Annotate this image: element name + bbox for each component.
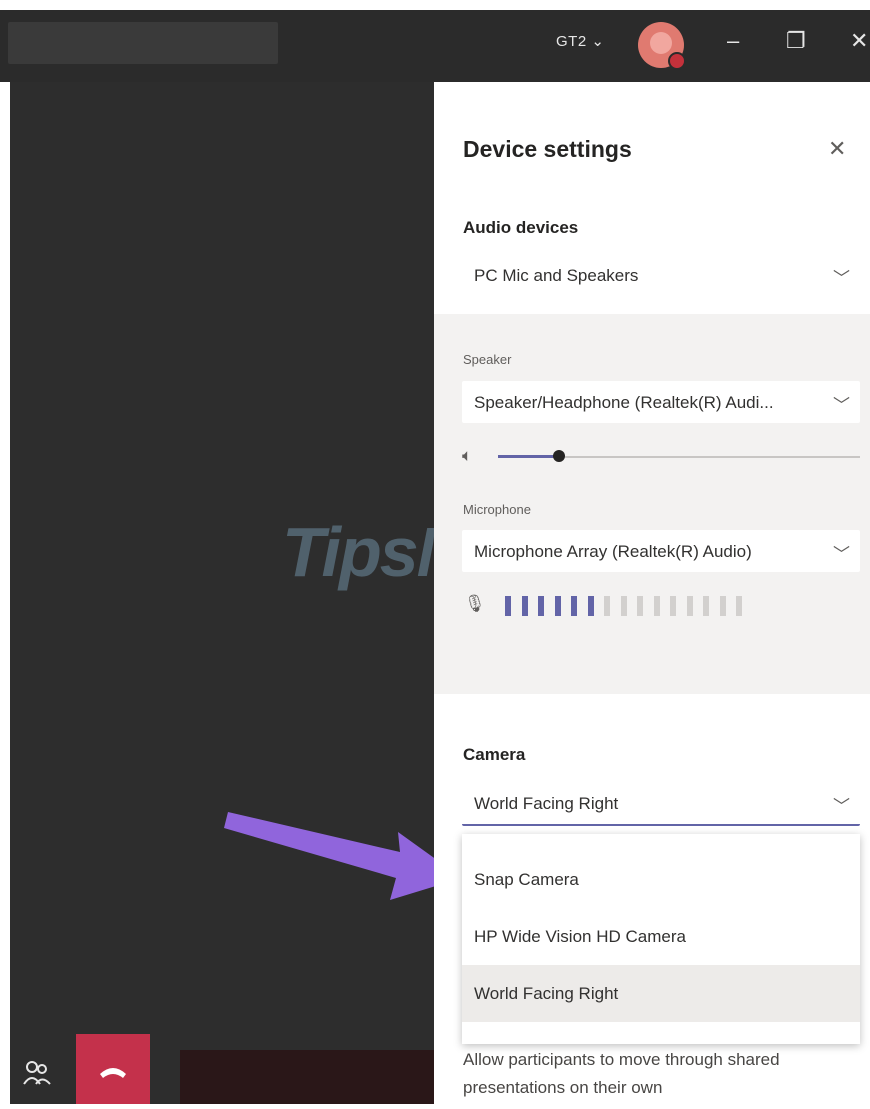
microphone-label: Microphone <box>463 502 531 517</box>
mic-level-bar <box>604 596 610 616</box>
camera-option-label: World Facing Right <box>474 984 619 1003</box>
camera-option[interactable]: Snap Camera <box>462 851 860 908</box>
speaker-volume-thumb[interactable] <box>553 450 565 462</box>
presentation-setting-text: Allow participants to move through share… <box>463 1050 780 1097</box>
speaker-icon: 🔈︎ <box>462 446 473 465</box>
mic-level-bar <box>719 596 726 616</box>
mic-level-bar <box>554 596 561 616</box>
audio-device-select[interactable]: PC Mic and Speakers ﹀ <box>462 254 860 296</box>
mic-level-bar <box>521 596 528 616</box>
chevron-down-icon: ﹀ <box>833 797 850 816</box>
microphone-select[interactable]: Microphone Array (Realtek(R) Audio) ﹀ <box>462 530 860 572</box>
mic-level-bar <box>686 596 693 616</box>
mic-level-bar <box>571 596 577 616</box>
mic-level-bar <box>703 596 709 616</box>
camera-option-selected[interactable]: World Facing Right <box>462 965 860 1022</box>
speaker-select[interactable]: Speaker/Headphone (Realtek(R) Audi... ﹀ <box>462 381 860 423</box>
microphone-icon: 🎙︎ <box>464 594 486 613</box>
speaker-value: Speaker/Headphone (Realtek(R) Audi... <box>474 393 774 412</box>
camera-dropdown-list: Snap Camera HP Wide Vision HD Camera Wor… <box>462 834 860 1044</box>
speaker-label: Speaker <box>463 352 512 367</box>
audio-devices-heading: Audio devices <box>463 218 579 237</box>
camera-option[interactable]: HP Wide Vision HD Camera <box>462 908 860 965</box>
mic-level-bar <box>587 596 594 616</box>
close-icon[interactable]: ✕ <box>828 136 846 162</box>
chevron-down-icon: ﹀ <box>833 269 850 288</box>
camera-select[interactable]: World Facing Right ﹀ <box>462 782 860 826</box>
mic-level-bar <box>505 596 511 616</box>
audio-device-value: PC Mic and Speakers <box>474 266 639 285</box>
chevron-down-icon: ﹀ <box>833 396 850 415</box>
mic-level-bar <box>736 596 742 616</box>
microphone-value: Microphone Array (Realtek(R) Audio) <box>474 542 752 561</box>
mic-level-bar <box>538 596 544 616</box>
camera-option-label: HP Wide Vision HD Camera <box>474 927 686 946</box>
mic-level-bar <box>670 596 676 616</box>
speaker-volume-fill <box>498 455 560 458</box>
camera-value: World Facing Right <box>474 794 619 813</box>
chevron-down-icon: ﹀ <box>833 545 850 564</box>
camera-option-label: Snap Camera <box>474 870 579 889</box>
mic-level-bar <box>653 596 660 616</box>
mic-level-bar <box>620 596 627 616</box>
camera-heading: Camera <box>463 745 526 764</box>
mic-level-bar <box>637 596 643 616</box>
panel-title: Device settings <box>463 136 632 162</box>
